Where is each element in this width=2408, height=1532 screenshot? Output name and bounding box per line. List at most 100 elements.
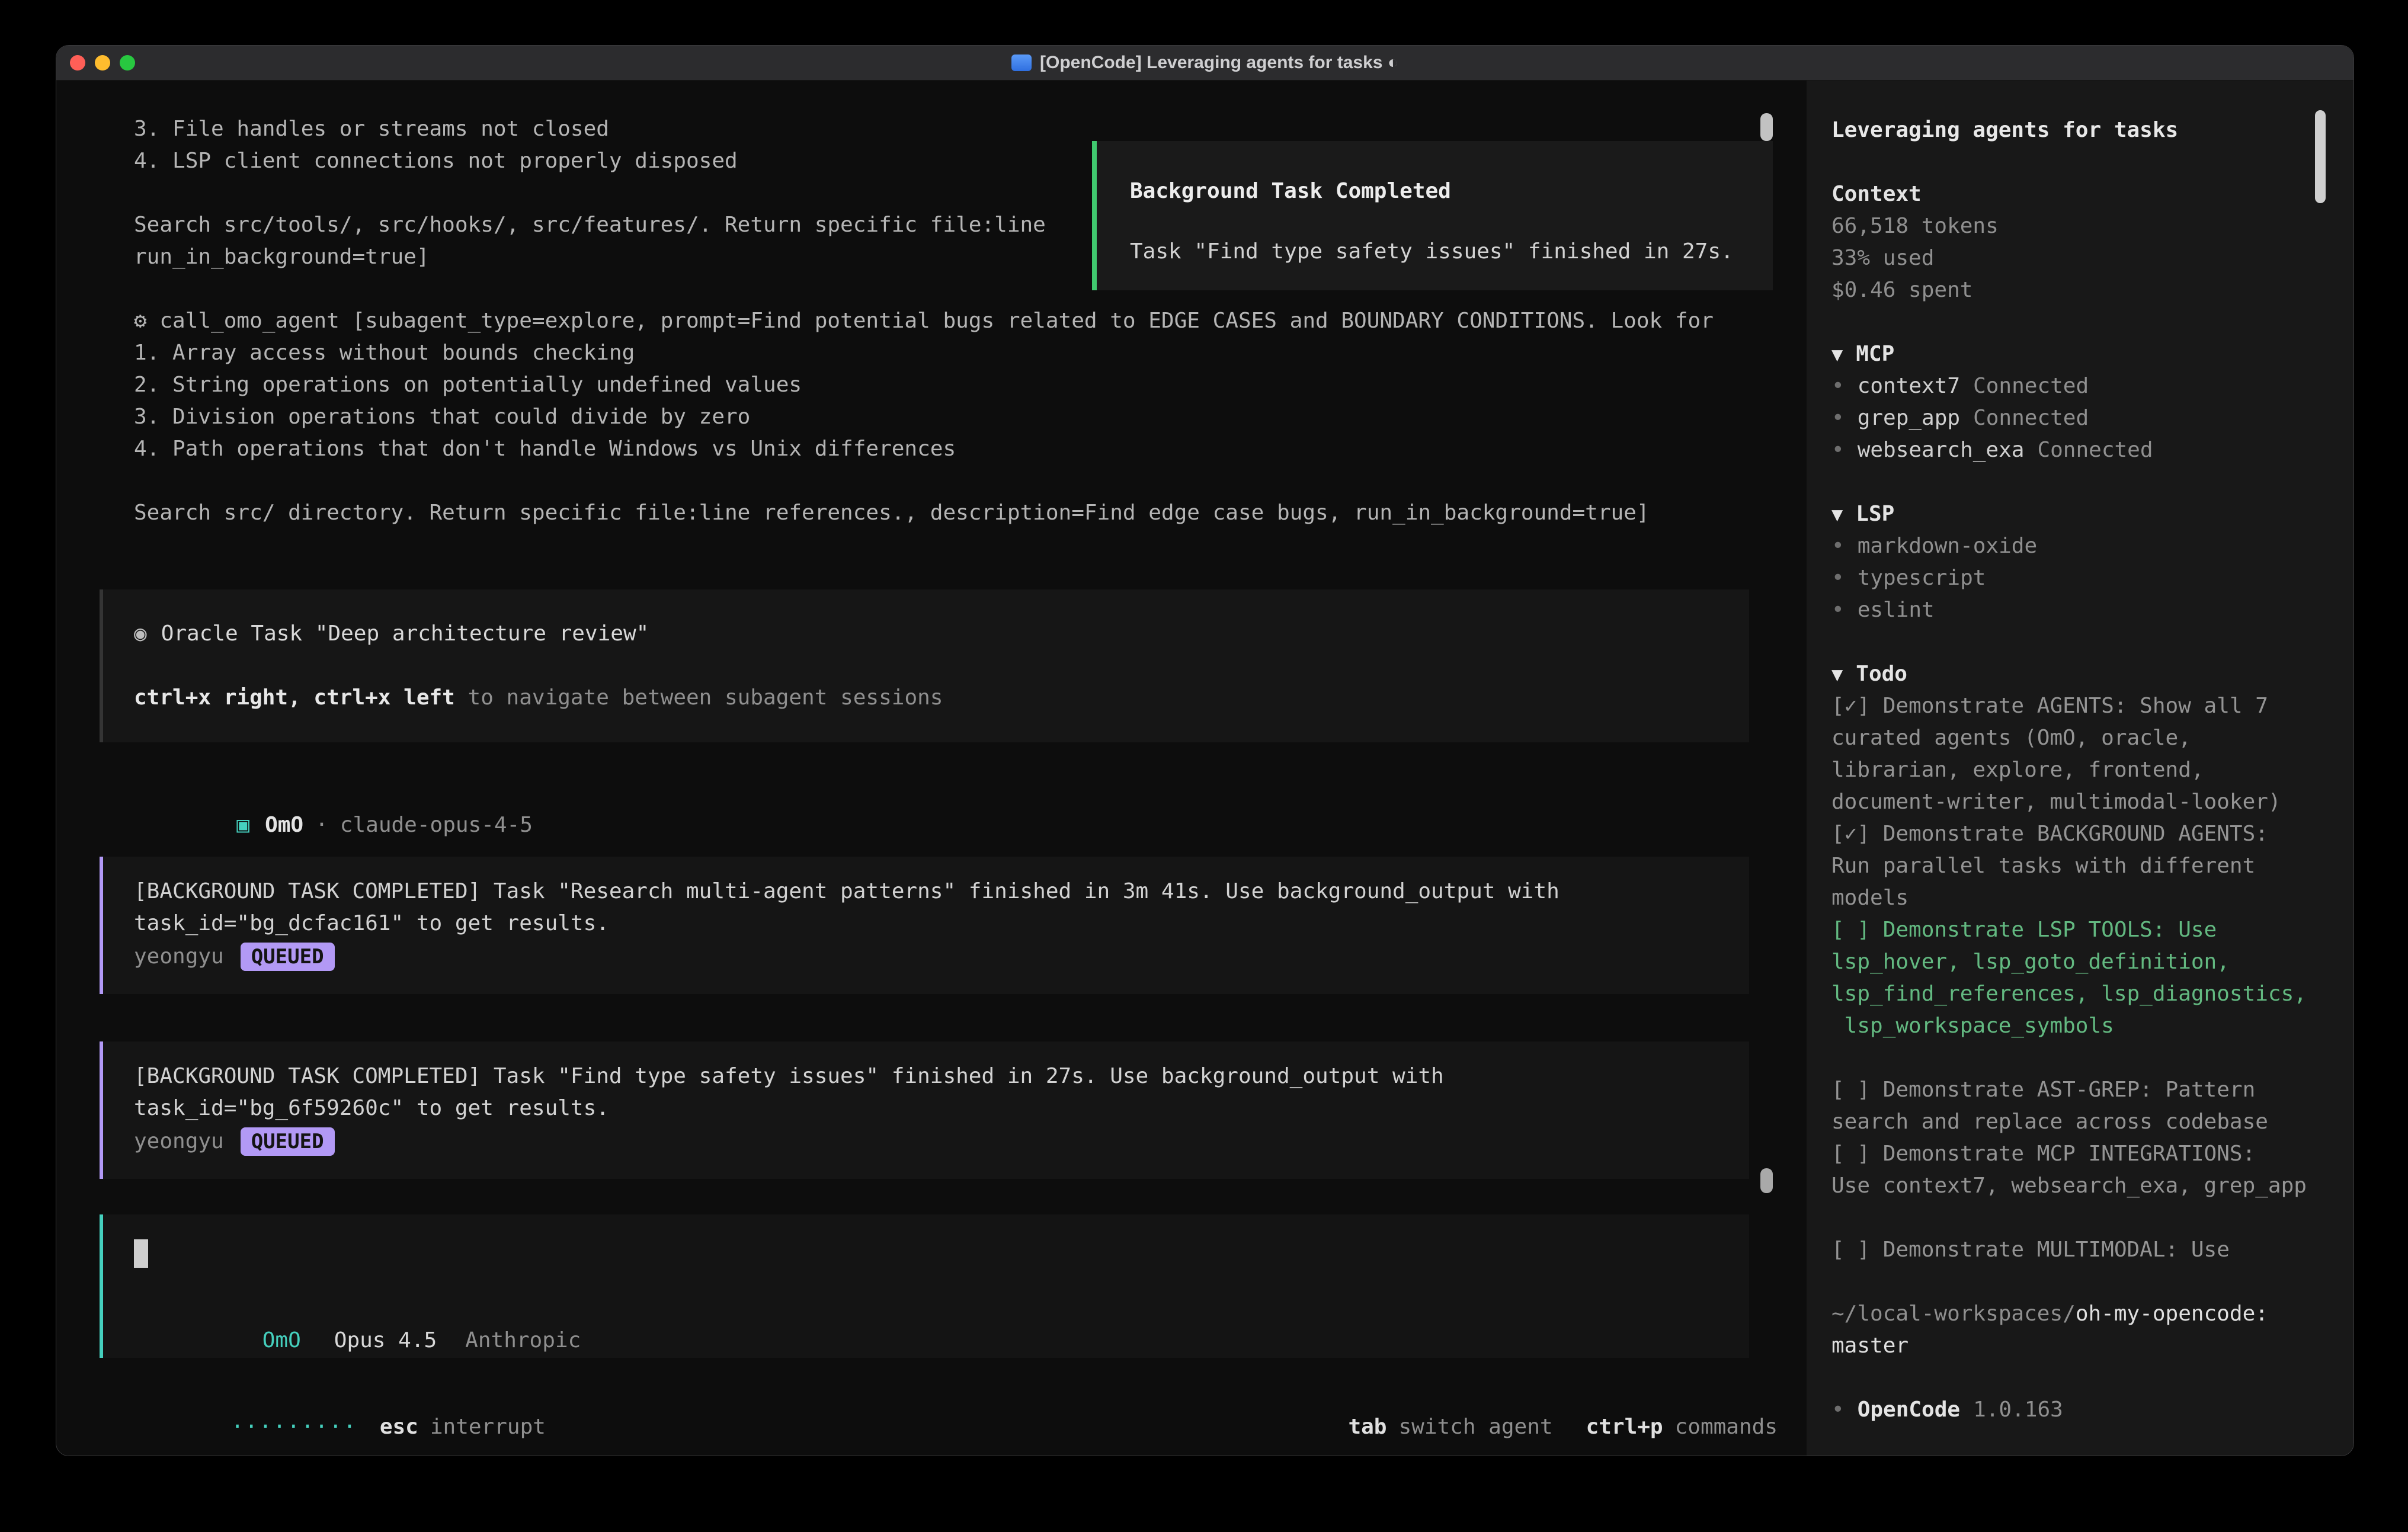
sidebar-scrollbar-thumb[interactable] [2315,110,2326,203]
log-line: ⚙ call_omo_agent [subagent_type=explore,… [134,305,1807,337]
message-author: yeongyu [134,1129,224,1153]
log-line: 3. Division operations that could divide… [134,401,1807,433]
lsp-name: eslint [1858,598,1935,622]
oracle-task-title-line: ◉Oracle Task "Deep architecture review" [134,618,1731,650]
mcp-item: •context7Connected [1831,370,2330,402]
prompt-input[interactable]: OmOOpus 4.5Anthropic [100,1214,1749,1358]
ctrlp-key-label: commands [1675,1415,1778,1439]
todo-line [1831,1202,2330,1234]
tab-key-label: switch agent [1398,1415,1552,1439]
todo-line: [ ] Demonstrate LSP TOOLS: Use [1831,914,2330,946]
window-title-text: [OpenCode] Leveraging agents for tasks ◐ [1040,53,1398,73]
background-task-message: [BACKGROUND TASK COMPLETED] Task "Resear… [100,857,1749,994]
window-title: [OpenCode] Leveraging agents for tasks ◐ [1011,53,1398,73]
main-scrollbar-thumb[interactable] [1760,1168,1773,1193]
main-scrollbar-thumb-top[interactable] [1760,113,1773,141]
triangle-down-icon: ▼ [1831,663,1843,685]
terminal-window: [OpenCode] Leveraging agents for tasks ◐… [56,45,2354,1456]
mcp-status: Connected [2037,438,2153,462]
terminal-main: 3. File handles or streams not closed4. … [56,81,1807,1456]
mcp-section-header[interactable]: ▼MCP [1831,338,2330,370]
spacer-line [1831,1362,2330,1394]
context-stats: 66,518 tokens33% used$0.46 spent [1831,210,2330,306]
keybind-hint: ctrl+x right, ctrl+x left [134,685,455,710]
input-agent-name: OmO [262,1328,301,1352]
todo-line: [✓] Demonstrate BACKGROUND AGENTS: [1831,818,2330,850]
bullet-icon: • [1831,534,1845,558]
todo-line: Use context7, websearch_exa, grep_app [1831,1170,2330,1202]
lsp-item: • markdown-oxide [1831,530,2330,562]
bullet-icon: • [1831,1398,1845,1422]
lsp-item: • eslint [1831,594,2330,626]
todo-header-label: Todo [1856,662,1907,686]
queued-badge: QUEUED [241,943,335,971]
status-bar: ·········escinterrupt tabswitch agentctr… [56,1379,1807,1411]
workspace-branch: master [1831,1330,2330,1362]
esc-key-hint: esc [380,1415,418,1439]
todo-line: lsp_workspace_symbols [1831,1010,2330,1042]
log-line: 1. Array access without bounds checking [134,337,1807,369]
mcp-name: grep_app [1858,406,1960,430]
agent-header: ▣OmO·claude-opus-4-5 [134,777,1807,809]
status-left: ·········escinterrupt [103,1379,546,1411]
log-line: Search src/ directory. Return specific f… [134,497,1807,529]
todo-list: [✓] Demonstrate AGENTS: Show all 7curate… [1831,690,2330,1266]
zoom-button[interactable] [120,55,135,70]
separator-dot: · [315,813,328,837]
todo-line: search and replace across codebase [1831,1106,2330,1138]
spacer-line [1831,306,2330,338]
message-meta: yeongyu QUEUED [134,941,1725,973]
lsp-section-header[interactable]: ▼ LSP [1831,498,2330,530]
input-line [134,1237,1725,1269]
minimize-button[interactable] [95,55,110,70]
lsp-name: markdown-oxide [1858,534,2037,558]
todo-line: [ ] Demonstrate AST-GREP: Pattern [1831,1074,2330,1106]
todo-line: curated agents (OmO, oracle, [1831,722,2330,754]
bullet-icon: • [1831,598,1845,622]
background-task-message: [BACKGROUND TASK COMPLETED] Task "Find t… [100,1041,1749,1179]
spacer-line [1831,466,2330,498]
todo-line: Run parallel tasks with different [1831,850,2330,882]
workspace-path-prefix: ~/local-workspaces/ [1831,1302,2076,1326]
todo-line: [✓] Demonstrate AGENTS: Show all 7 [1831,690,2330,722]
lsp-list: •markdown-oxide •typescript •eslint [1831,530,2330,626]
spacer-line [1831,1266,2330,1298]
todo-line [1831,1042,2330,1074]
close-button[interactable] [70,55,85,70]
bullet-icon: • [1831,566,1845,590]
message-line-1: [BACKGROUND TASK COMPLETED] Task "Resear… [134,876,1725,908]
spacer-line [134,650,1731,682]
context-stat: $0.46 spent [1831,274,2330,306]
context-stat: 66,518 tokens [1831,210,2330,242]
input-provider: Anthropic [465,1328,581,1352]
agent-model: claude-opus-4-5 [340,813,533,837]
messages: [BACKGROUND TASK COMPLETED] Task "Resear… [56,857,1807,1179]
spacer-line [1831,146,2330,178]
spinner-dots-icon: ········· [231,1415,357,1439]
notification-title: Background Task Completed [1130,175,1755,207]
window-titlebar: [OpenCode] Leveraging agents for tasks ◐ [56,46,2353,81]
input-model-line: OmOOpus 4.5Anthropic [134,1293,1725,1325]
todo-line: models [1831,882,2330,914]
todo-line: document-writer, multimodal-looker) [1831,786,2330,818]
lsp-header-label: LSP [1856,502,1894,526]
todo-line: [ ] Demonstrate MCP INTEGRATIONS: [1831,1138,2330,1170]
mcp-list: •context7Connected •grep_appConnected •w… [1831,370,2330,466]
message-author: yeongyu [134,944,224,969]
ctrlp-key-hint: ctrl+p [1586,1415,1663,1439]
bullet-icon: • [1831,374,1845,398]
agent-icon: ▣ [236,813,249,837]
notification-body: Task "Find type safety issues" finished … [1130,236,1755,268]
bullet-icon: • [1831,438,1845,462]
mcp-name: websearch_exa [1858,438,2025,462]
app-name: OpenCode [1858,1398,1960,1422]
todo-line: librarian, explore, frontend, [1831,754,2330,786]
todo-section-header[interactable]: ▼ Todo [1831,658,2330,690]
log-line: 4. Path operations that don't handle Win… [134,433,1807,465]
todo-line: lsp_find_references, lsp_diagnostics, [1831,978,2330,1010]
triangle-down-icon: ▼ [1831,503,1843,525]
status-right: tabswitch agentctrl+pcommands [1220,1379,1778,1411]
mcp-item: •grep_appConnected [1831,402,2330,434]
notification-toast: Background Task Completed Task "Find typ… [1092,141,1773,290]
todo-line: lsp_hover, lsp_goto_definition, [1831,946,2330,978]
